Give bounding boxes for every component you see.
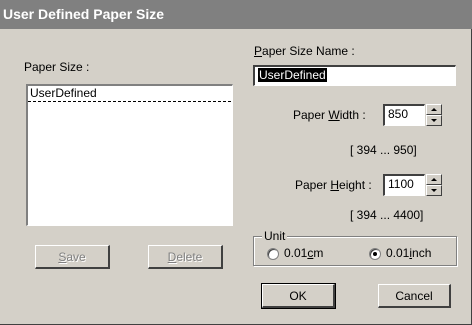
paper-width-value: 850 xyxy=(388,107,409,121)
paper-size-list[interactable]: UserDefined xyxy=(26,84,233,226)
unit-inch-radio[interactable] xyxy=(369,248,381,260)
paper-height-up-button[interactable] xyxy=(426,174,442,185)
paper-size-label: Paper Size : xyxy=(24,60,90,74)
paper-width-down-button[interactable] xyxy=(426,115,442,126)
paper-height-value: 1100 xyxy=(388,177,414,191)
unit-cm-label-b: m xyxy=(313,246,324,260)
delete-label-accel: D xyxy=(167,249,177,264)
arrow-up-icon xyxy=(431,108,437,111)
unit-groupbox: Unit 0.01cm 0.01inch xyxy=(253,229,457,266)
window-title: User Defined Paper Size xyxy=(3,6,165,22)
paper-height-input[interactable]: 1100 xyxy=(383,174,425,196)
paper-height-label: Paper Height : xyxy=(295,178,372,192)
paper-width-input[interactable]: 850 xyxy=(383,104,425,126)
paper-width-range: [ 394 ... 950] xyxy=(350,143,417,157)
unit-inch-label-a: 0.01 xyxy=(386,246,410,260)
paper-height-down-button[interactable] xyxy=(426,185,442,196)
unit-cm-label[interactable]: 0.01cm xyxy=(284,246,323,260)
paper-width-up-button[interactable] xyxy=(426,104,442,115)
unit-cm-label-a: 0.01 xyxy=(284,246,308,260)
delete-label: elete xyxy=(176,249,203,264)
unit-cm-radio[interactable] xyxy=(267,248,279,260)
paper-size-name-value: UserDefined xyxy=(258,68,327,82)
paper-width-label-a: Paper xyxy=(293,108,329,122)
dialog-window: User Defined Paper Size Paper Size : Use… xyxy=(0,0,472,325)
paper-size-name-input[interactable]: UserDefined xyxy=(253,65,456,86)
paper-height-label-accel: H xyxy=(330,178,340,192)
paper-size-name-label-text: aper Size Name : xyxy=(262,44,355,58)
delete-button[interactable]: Delete xyxy=(148,245,223,269)
arrow-down-icon xyxy=(431,119,437,122)
cancel-button[interactable]: Cancel xyxy=(378,284,451,308)
list-item-label: UserDefined xyxy=(30,86,97,100)
arrow-up-icon xyxy=(431,178,437,181)
paper-size-name-label: Paper Size Name : xyxy=(254,44,355,58)
paper-width-label-accel: W xyxy=(328,108,340,122)
paper-width-label: Paper Width : xyxy=(293,108,366,122)
paper-width-label-b: idth : xyxy=(339,108,366,122)
paper-height-spinner[interactable] xyxy=(426,174,442,196)
unit-legend: Unit xyxy=(262,229,288,243)
unit-inch-label-b: nch xyxy=(412,246,432,260)
title-bar: User Defined Paper Size xyxy=(0,0,472,29)
ok-button[interactable]: OK xyxy=(261,283,336,309)
unit-inch-label[interactable]: 0.01inch xyxy=(386,246,431,260)
paper-height-range: [ 394 ... 4400] xyxy=(350,208,424,222)
paper-size-name-label-accel: P xyxy=(254,44,263,58)
paper-height-label-a: Paper xyxy=(295,178,331,192)
paper-width-spinner[interactable] xyxy=(426,104,442,126)
arrow-down-icon xyxy=(431,189,437,192)
save-button[interactable]: Save xyxy=(35,245,110,269)
list-item[interactable]: UserDefined xyxy=(28,86,231,102)
save-label: ave xyxy=(66,249,86,264)
paper-height-label-b: eight : xyxy=(339,178,372,192)
